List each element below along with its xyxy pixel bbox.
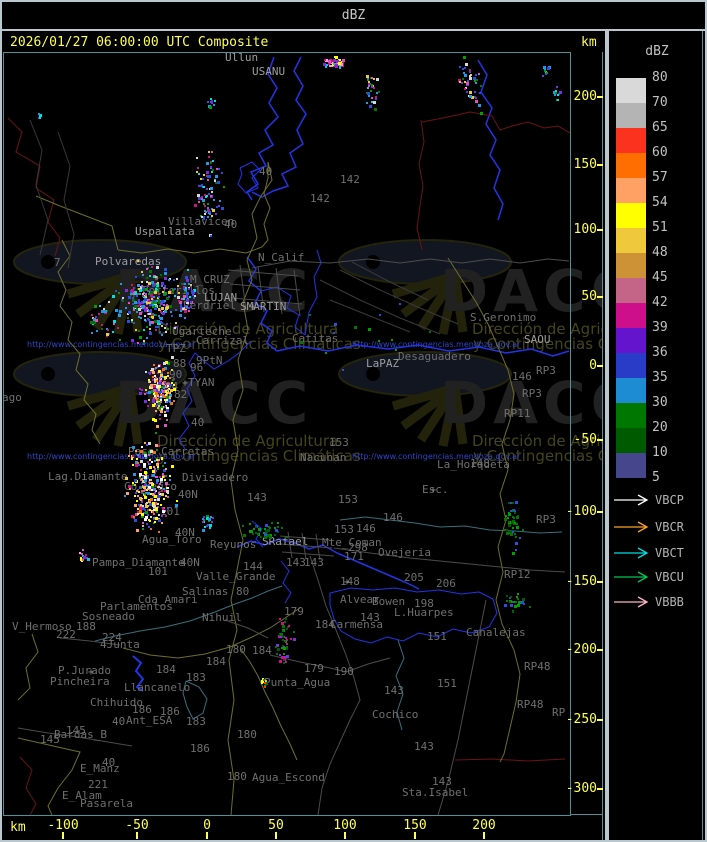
axis-tick-y [597, 581, 603, 583]
colorbar-band [616, 228, 646, 253]
vertical-axis-unit: km [581, 35, 597, 50]
colorbar-tick-label: 10 [652, 445, 668, 460]
axis-tick-x [483, 832, 485, 839]
arrow-legend-label: VBCU [655, 570, 684, 584]
axis-divider-line [602, 52, 603, 840]
horizontal-axis-unit: km [10, 820, 26, 835]
vbcu-arrow-icon [614, 571, 649, 583]
axis-label-y: -300 [565, 781, 597, 796]
axis-tick-y [597, 229, 603, 231]
colorbar-tick-label: 39 [652, 320, 668, 335]
vbct-arrow-icon [614, 547, 649, 559]
axis-label-y: -150 [565, 574, 597, 589]
colorbar-title: dBZ [645, 44, 669, 59]
colorbar-tick-label: 70 [652, 95, 668, 110]
vbcr-arrow-icon [614, 521, 649, 533]
colorbar-tick-label: 80 [652, 70, 668, 85]
colorbar-tick-label: 48 [652, 245, 668, 260]
arrow-legend-label: VBCT [655, 546, 684, 560]
axis-tick-y [597, 788, 603, 790]
colorbar-band [616, 328, 646, 353]
colorbar-band [616, 303, 646, 328]
axis-tick-x [136, 832, 138, 839]
colorbar-band [616, 103, 646, 128]
colorbar-tick-label: 60 [652, 145, 668, 160]
arrow-legend-label: VBCR [655, 520, 684, 534]
colorbar-band [616, 353, 646, 378]
map-border [3, 52, 571, 816]
axis-tick-y [597, 365, 603, 367]
colorbar-band [616, 203, 646, 228]
colorbar-tick-label: 36 [652, 345, 668, 360]
colorbar-tick-label: 20 [652, 420, 668, 435]
axis-tick-y [597, 164, 603, 166]
colorbar-band [616, 403, 646, 428]
axis-label-y: -100 [565, 504, 597, 519]
colorbar-band [616, 278, 646, 303]
axis-label-x: -50 [125, 818, 149, 833]
axis-label-x: 0 [203, 818, 211, 833]
colorbar-tick-label: 42 [652, 295, 668, 310]
radar-app-window: dBZ 2026/01/27 06:00:00 UTC Composite km… [0, 0, 707, 842]
axis-tick-y [597, 439, 603, 441]
axis-label-y: 100 [573, 222, 597, 237]
colorbar-band [616, 378, 646, 403]
axis-tick-x [344, 832, 346, 839]
vbcp-arrow-icon [614, 494, 649, 506]
axis-label-x: 50 [268, 818, 284, 833]
panel-right-border [702, 31, 703, 840]
axis-bottom-line [570, 814, 603, 815]
colorbar-band [616, 428, 646, 453]
axis-label-y: 50 [581, 289, 597, 304]
axis-tick-y [597, 96, 603, 98]
axis-tick-y [597, 511, 603, 513]
colorbar-tick-label: 30 [652, 395, 668, 410]
window-titlebar: dBZ [2, 2, 705, 29]
colorbar-band [616, 128, 646, 153]
colorbar-tick-label: 51 [652, 220, 668, 235]
axis-tick-y [597, 719, 603, 721]
axis-label-y: 150 [573, 157, 597, 172]
axis-label-x: -100 [47, 818, 79, 833]
axis-label-x: 100 [333, 818, 357, 833]
arrow-legend-label: VBCP [655, 493, 684, 507]
colorbar-tick-label: 65 [652, 120, 668, 135]
colorbar-band [616, 78, 646, 103]
colorbar-band [616, 253, 646, 278]
axis-tick-x [275, 832, 277, 839]
axis-label-y: -200 [565, 642, 597, 657]
axis-tick-x [62, 832, 64, 839]
colorbar-band [616, 153, 646, 178]
axis-label-y: -50 [573, 432, 597, 447]
axis-tick-y [597, 649, 603, 651]
colorbar-band [616, 178, 646, 203]
axis-tick-y [597, 296, 603, 298]
colorbar-tick-label: 54 [652, 195, 668, 210]
axis-label-x: 150 [403, 818, 427, 833]
colorbar-tick-label: 35 [652, 370, 668, 385]
axis-label-y: -250 [565, 712, 597, 727]
timestamp-header: 2026/01/27 06:00:00 UTC Composite [10, 35, 269, 50]
colorbar-tick-label: 45 [652, 270, 668, 285]
arrow-legend-label: VBBB [655, 595, 684, 609]
colorbar-band [616, 453, 646, 478]
window-title: dBZ [341, 8, 366, 23]
axis-tick-x [206, 832, 208, 839]
vbbb-arrow-icon [614, 596, 649, 608]
colorbar-tick-label: 5 [652, 470, 660, 485]
colorbar-tick-label: 57 [652, 170, 668, 185]
axis-label-y: 200 [573, 89, 597, 104]
axis-label-y: 0 [589, 358, 597, 373]
axis-tick-x [414, 832, 416, 839]
axis-label-x: 200 [472, 818, 496, 833]
